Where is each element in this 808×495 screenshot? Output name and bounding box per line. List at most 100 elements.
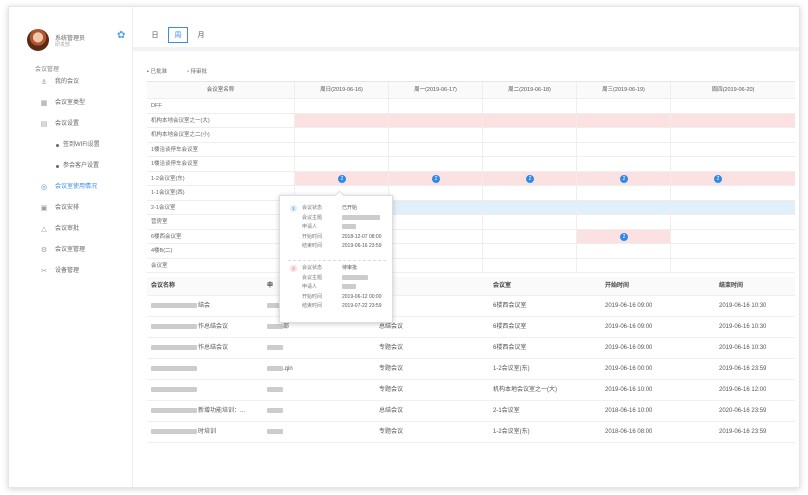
- table-row[interactable]: 时培训 专题会议 1-2会议室(东) 2018-06-16 08:00 2019-06-…: [147, 422, 795, 443]
- room-name: 会议室: [147, 258, 295, 272]
- day-header: 周二(2019-06-18): [483, 82, 577, 98]
- day-cell[interactable]: [671, 99, 795, 113]
- day-cell[interactable]: [295, 128, 389, 142]
- day-cell[interactable]: [671, 114, 795, 128]
- day-cell[interactable]: [577, 142, 671, 156]
- day-cell[interactable]: [671, 143, 795, 157]
- day-cell[interactable]: [483, 113, 577, 127]
- day-cell[interactable]: [671, 172, 795, 186]
- day-cell[interactable]: [483, 215, 577, 229]
- day-cell[interactable]: [671, 128, 795, 142]
- grid-row: 1-2会议室(东) 2 2 2 2 2: [147, 171, 795, 186]
- user-profile: 系统管理员 研发部 ✿: [27, 29, 127, 53]
- booking-count-badge[interactable]: 2: [432, 174, 440, 183]
- grid-row: DFF: [147, 99, 795, 114]
- day-cell[interactable]: [577, 157, 671, 171]
- table-row[interactable]: 结会 6楼西会议室 2019-06-16 09:00 2019-06-16 10:30: [147, 296, 795, 317]
- sidebar-item-room-management[interactable]: ⚙ 会议室管理: [9, 240, 133, 261]
- settings-icon: ▤: [40, 121, 48, 128]
- sidebar-item-label: 设备管理: [55, 268, 80, 274]
- grid-row: 1楼洽谈停车会议室: [147, 157, 795, 172]
- table-cell: 专题会议: [379, 387, 404, 393]
- day-cell[interactable]: [577, 113, 671, 127]
- table-cell: 6楼西会议室: [493, 324, 527, 330]
- table-cell: 2019-06-16 09:00: [605, 324, 653, 330]
- day-cell[interactable]: [577, 215, 671, 229]
- day-cell[interactable]: [671, 259, 795, 273]
- sidebar-item-meeting-settings[interactable]: ▤ 会议设置: [9, 114, 133, 135]
- day-cell[interactable]: [295, 113, 389, 127]
- room-name: 1楼洽谈停车会议室: [147, 157, 295, 171]
- tab-day[interactable]: 日: [145, 27, 165, 43]
- day-cell[interactable]: [389, 99, 483, 113]
- day-cell[interactable]: [483, 186, 577, 200]
- day-cell[interactable]: [389, 186, 483, 200]
- day-cell[interactable]: [577, 200, 671, 214]
- table-cell: 2019-06-16 10:00: [605, 387, 653, 393]
- day-cell[interactable]: [483, 157, 577, 171]
- day-cell[interactable]: [577, 186, 671, 200]
- day-cell[interactable]: [483, 258, 577, 272]
- table-row[interactable]: 作总结会议 专题会议 6楼西会议室 2019-06-16 09:00 2019-06-1…: [147, 338, 795, 359]
- sidebar-item-my-meetings[interactable]: ⚓ 我的会议: [9, 72, 133, 93]
- table-row[interactable]: .qin 专题会议 1-2会议室(东) 2019-06-16 00:00 2019-06…: [147, 359, 795, 380]
- sidebar-item-approval[interactable]: △ 会议审批: [9, 219, 133, 240]
- day-cell[interactable]: [389, 244, 483, 258]
- table-cell: 2019-06-16 10:30: [719, 324, 767, 330]
- day-cell[interactable]: [577, 128, 671, 142]
- table-row[interactable]: 作总结会议部总结会议 6楼西会议室 2019-06-16 09:00 2019-06-…: [147, 317, 795, 338]
- booking-count-badge[interactable]: 2: [714, 174, 722, 183]
- tab-month[interactable]: 月: [191, 27, 211, 43]
- day-cell[interactable]: [671, 244, 795, 258]
- day-cell[interactable]: [295, 157, 389, 171]
- day-cell[interactable]: [483, 142, 577, 156]
- tab-week[interactable]: 周: [168, 27, 188, 43]
- sidebar-item-guest-settings[interactable]: 参会客户设置: [9, 156, 133, 177]
- day-cell[interactable]: [389, 258, 483, 272]
- booking-count-badge[interactable]: 2: [620, 232, 628, 241]
- table-cell: [267, 422, 283, 442]
- day-cell[interactable]: [389, 200, 483, 214]
- table-row[interactable]: 专题会议 机构本地会议室之一(大) 2019-06-16 10:00 2019-06-…: [147, 380, 795, 401]
- sidebar-item-wifi-settings[interactable]: 签到WIFI设置: [9, 135, 133, 156]
- sidebar-item-room-usage[interactable]: ◎ 会议室使用情况: [9, 177, 133, 198]
- day-cell[interactable]: [483, 244, 577, 258]
- palette-icon[interactable]: ✿: [117, 31, 127, 41]
- day-cell[interactable]: [577, 99, 671, 113]
- day-cell[interactable]: [389, 215, 483, 229]
- sidebar-nav: 会议管理 ⚓ 我的会议 ▦ 会议室类型 ▤ 会议设置 签到WIFI设置 参会客户设置 …: [9, 61, 133, 282]
- booking-count-badge[interactable]: 2: [526, 174, 534, 183]
- day-cell[interactable]: [483, 200, 577, 214]
- divider: [133, 47, 799, 51]
- day-cell[interactable]: [483, 128, 577, 142]
- day-cell[interactable]: [483, 99, 577, 113]
- user-role: 研发部: [55, 42, 71, 48]
- column-header: 会议名称: [151, 283, 176, 289]
- day-cell[interactable]: [671, 157, 795, 171]
- booking-count-badge[interactable]: 2: [338, 174, 346, 183]
- bullet-icon: [56, 144, 59, 147]
- day-cell[interactable]: [295, 99, 389, 113]
- day-cell[interactable]: [577, 244, 671, 258]
- table-row[interactable]: 新增功能培训：... 总结会议 2-1会议室 2018-06-16 10:00 2020…: [147, 401, 795, 422]
- booking-count-badge[interactable]: 2: [620, 174, 628, 183]
- eye-icon: ◎: [40, 184, 48, 191]
- sidebar-item-label: 我的会议: [55, 79, 80, 85]
- day-cell[interactable]: [671, 215, 795, 229]
- table-cell: .qin: [267, 359, 293, 379]
- day-cell[interactable]: [671, 186, 795, 200]
- day-cell[interactable]: [389, 229, 483, 243]
- day-cell[interactable]: [671, 201, 795, 215]
- day-cell[interactable]: [389, 142, 483, 156]
- day-cell[interactable]: [483, 229, 577, 243]
- sidebar-item-arrangement[interactable]: ▣ 会议安排: [9, 198, 133, 219]
- day-cell[interactable]: [389, 113, 483, 127]
- sidebar-item-device-management[interactable]: ✂ 设备管理: [9, 261, 133, 282]
- day-cell[interactable]: [577, 258, 671, 272]
- day-cell[interactable]: [671, 230, 795, 244]
- day-cell[interactable]: [295, 142, 389, 156]
- avatar[interactable]: [27, 29, 49, 51]
- sidebar-item-room-types[interactable]: ▦ 会议室类型: [9, 93, 133, 114]
- day-cell[interactable]: [389, 157, 483, 171]
- day-cell[interactable]: [389, 128, 483, 142]
